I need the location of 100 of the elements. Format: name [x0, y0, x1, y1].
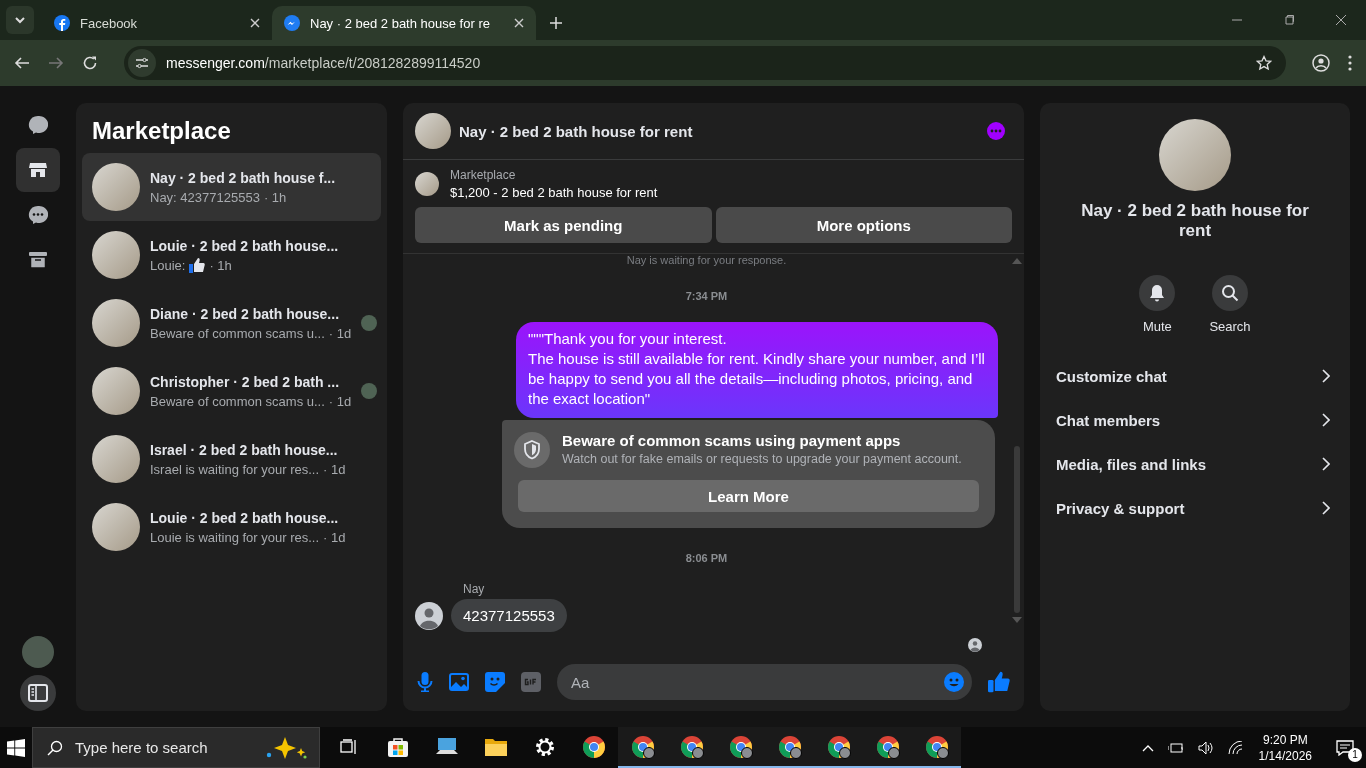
user-avatar[interactable]	[22, 636, 54, 668]
chrome-icon	[679, 734, 704, 759]
chrome-icon	[826, 734, 851, 759]
read-receipt-icon	[968, 638, 982, 652]
thumbs-up-icon[interactable]	[988, 671, 1010, 693]
chevron-down-icon	[14, 14, 26, 26]
photo-placeholder	[92, 299, 140, 347]
shield-icon	[514, 432, 550, 468]
sticker-icon[interactable]	[485, 672, 505, 692]
learn-more-button[interactable]: Learn More	[518, 480, 979, 512]
close-icon[interactable]	[514, 18, 524, 28]
battery-plug-icon[interactable]	[1167, 741, 1184, 754]
conversation-item[interactable]: Israel · 2 bed 2 bath house... Israel is waiting for your res... · 1d	[82, 425, 381, 493]
menu-icon[interactable]	[1348, 55, 1352, 71]
notification-icon[interactable]	[1336, 739, 1354, 756]
warning-title: Beware of common scams using payment apps	[562, 432, 902, 449]
clock-time[interactable]: 9:20 PM	[1262, 731, 1308, 748]
details-menu-item[interactable]: Media, files and links	[1056, 442, 1334, 486]
back-arrow-icon[interactable]	[14, 55, 30, 71]
photo-placeholder	[415, 113, 451, 149]
message-time: · 1d	[323, 529, 346, 545]
forward-arrow-icon[interactable]	[48, 55, 64, 71]
conversation-name: Nay · 2 bed 2 bath house f...	[150, 169, 337, 186]
search-input-field[interactable]: Type here to search	[73, 738, 251, 757]
listing-title: $1,200 - 2 bed 2 bath house for rent	[450, 185, 658, 200]
bell-icon	[1148, 284, 1167, 302]
listing-action-button[interactable]: More options	[715, 207, 1012, 243]
tab-title: Nay · 2 bed 2 bath house for re	[310, 15, 491, 31]
details-menu-item[interactable]: Privacy & support	[1056, 486, 1334, 530]
chevron-right-icon	[1322, 457, 1330, 471]
conversation-item[interactable]: Diane · 2 bed 2 bath house... Beware of common scams u... · 1d	[82, 289, 381, 357]
new-tab-icon[interactable]	[550, 17, 562, 29]
action-label: Search	[1209, 319, 1251, 334]
photo-placeholder	[415, 172, 439, 196]
bookmark-star-icon[interactable]	[1256, 55, 1272, 71]
chevron-right-icon	[1322, 501, 1330, 515]
chrome-profile-taskbar-button[interactable]	[912, 727, 961, 768]
search-icon	[47, 739, 63, 756]
message-time: · 1d	[323, 461, 346, 477]
sender-name: Nay	[463, 582, 486, 596]
close-icon[interactable]	[250, 18, 260, 28]
reload-icon[interactable]	[82, 55, 98, 71]
message-timestamp: 7:34 PM	[685, 290, 728, 302]
photo-placeholder	[92, 231, 140, 279]
taskbar-search-field[interactable]: Type here to search	[32, 727, 320, 768]
clock-date[interactable]: 1/14/2026	[1258, 747, 1312, 764]
mute-button[interactable]	[1139, 275, 1176, 311]
more-options-icon[interactable]	[986, 121, 1006, 141]
listing-label: Marketplace	[450, 168, 517, 182]
conversation-item[interactable]: Louie · 2 bed 2 bath house... Louie is waiting for your res... · 1d	[82, 493, 381, 561]
message-input-field[interactable]: Aa	[569, 672, 944, 692]
site-settings-icon[interactable]	[128, 49, 156, 77]
chevron-right-icon	[1322, 369, 1330, 383]
browser-tab[interactable]: Facebook	[42, 6, 272, 40]
details-menu-item[interactable]: Customize chat	[1056, 354, 1334, 398]
chrome-icon	[728, 734, 753, 759]
conversation-name: Louie · 2 bed 2 bath house...	[150, 509, 340, 526]
conversation-name: Christopher · 2 bed 2 bath ...	[150, 373, 341, 390]
conversation-item[interactable]: Christopher · 2 bed 2 bath ... Beware of common scams u... · 1d	[82, 357, 381, 425]
emoji-icon[interactable]	[944, 672, 964, 692]
message-composer-field[interactable]: Aa	[557, 664, 972, 700]
listing-action-button[interactable]: Mark as pending	[415, 207, 712, 243]
avatar-silhouette-icon	[415, 601, 443, 630]
chrome-icon	[777, 734, 802, 759]
image-icon[interactable]	[449, 673, 469, 691]
thumbs-up-icon	[189, 257, 206, 273]
photo-placeholder	[92, 367, 140, 415]
gif-icon[interactable]	[521, 672, 541, 692]
wifi-icon[interactable]	[1227, 740, 1244, 755]
conversation-item[interactable]: Louie · 2 bed 2 bath house... Louie: · 1h	[82, 221, 381, 289]
message-time: · 1d	[328, 393, 352, 409]
windows-start-icon[interactable]	[7, 738, 25, 757]
chevron-up-icon[interactable]	[1141, 743, 1154, 752]
sidebar-toggle-button[interactable]	[20, 675, 56, 711]
speaker-icon[interactable]	[1197, 740, 1214, 755]
action-label: Mute	[1142, 319, 1172, 334]
warning-text: Watch out for fake emails or requests to upgrade your payment account.	[562, 452, 962, 466]
conversation-name: Israel · 2 bed 2 bath house...	[150, 441, 339, 458]
details-menu-item[interactable]: Chat members	[1056, 398, 1334, 442]
task-view-icon	[339, 738, 358, 755]
microphone-icon[interactable]	[417, 672, 433, 692]
tab-title: Facebook	[80, 15, 139, 31]
browser-tab[interactable]: Nay · 2 bed 2 bath house for re	[272, 6, 536, 40]
tab-search-button[interactable]	[6, 6, 34, 34]
address-bar-url[interactable]: messenger.com/marketplace/t/2081282899114520	[166, 55, 481, 71]
marketplace-nav-button[interactable]	[16, 148, 60, 192]
close-window-icon[interactable]	[1336, 15, 1346, 25]
search-button[interactable]	[1212, 275, 1248, 311]
store-bag-icon	[386, 735, 409, 758]
outgoing-message: """Thank you for your interest. The house is still available for rent. Kindly share your number, and I’ll be happy to send you all the details—including photos, pricing, and the exact location"	[516, 322, 998, 418]
profile-icon[interactable]	[1312, 54, 1330, 72]
message-time: · 1h	[209, 257, 232, 273]
sidebar-panel-icon	[28, 684, 48, 702]
chrome-profile-taskbar-button[interactable]	[618, 727, 667, 768]
message-preview: Nay: 42377125553	[150, 189, 260, 205]
restore-icon[interactable]	[1284, 15, 1294, 25]
message-timestamp: 8:06 PM	[685, 552, 728, 564]
scrollbar-thumb[interactable]	[1014, 446, 1020, 613]
conversation-item[interactable]: Nay · 2 bed 2 bath house f... Nay: 42377125553 · 1h	[82, 153, 381, 221]
chat-title: Nay · 2 bed 2 bath house for rent	[459, 122, 693, 140]
